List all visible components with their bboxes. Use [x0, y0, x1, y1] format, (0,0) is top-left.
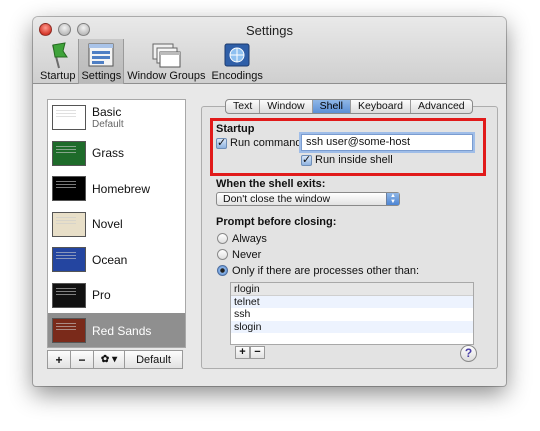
profile-item-grass[interactable]: Grass — [48, 136, 185, 172]
toolbar-encodings[interactable]: Encodings — [208, 39, 265, 84]
profile-thumbnail — [52, 318, 86, 344]
remove-profile-button[interactable]: − — [70, 350, 94, 369]
profile-item-red-sands[interactable]: Red Sands — [48, 313, 185, 347]
list-item[interactable]: slogin — [231, 320, 473, 334]
shell-exits-popup[interactable]: Don't close the window ▲ ▼ — [216, 192, 400, 206]
toolbar-label: Encodings — [211, 70, 263, 82]
flag-icon — [43, 41, 73, 69]
run-inside-shell-checkbox[interactable] — [301, 153, 312, 166]
add-process-button[interactable]: + — [235, 346, 250, 359]
toolbar-label: Startup — [40, 70, 76, 82]
toolbar-label: Settings — [81, 70, 122, 82]
gear-menu-button[interactable]: ✿ ▾ — [93, 350, 125, 369]
add-profile-button[interactable]: + — [47, 350, 71, 369]
toolbar: Startup Settings Window Groups Encodings — [37, 39, 266, 84]
radio-never-label: Never — [232, 249, 262, 261]
radio-only-if-processes-label: Only if there are processes other than: — [232, 265, 420, 277]
tab-advanced[interactable]: Advanced — [411, 100, 472, 113]
run-command-checkbox[interactable] — [216, 136, 227, 149]
profile-default-label: Default — [92, 119, 124, 131]
radio-only-if-processes[interactable] — [217, 265, 228, 276]
profile-name: Grass — [92, 146, 125, 161]
profile-thumbnail — [52, 140, 86, 166]
toolbar-startup[interactable]: Startup — [37, 39, 78, 84]
profile-name: Red Sands — [92, 323, 152, 338]
radio-always-label: Always — [232, 233, 267, 245]
settings-tabs: Text Window Shell Keyboard Advanced — [225, 99, 473, 114]
toolbar-window-groups[interactable]: Window Groups — [124, 39, 208, 84]
run-command-field[interactable]: ssh user@some-host — [301, 134, 473, 151]
settings-window: Settings Startup Settings Window Groups … — [33, 17, 506, 386]
profile-name: Ocean — [92, 252, 128, 267]
tab-shell[interactable]: Shell — [312, 100, 351, 113]
remove-process-button[interactable]: − — [250, 346, 265, 359]
profile-thumbnail — [52, 247, 86, 273]
toolbar-settings[interactable]: Settings — [78, 39, 125, 84]
shell-exits-selected: Don't close the window — [223, 193, 331, 205]
profile-thumbnail — [52, 176, 86, 202]
profile-item-ocean[interactable]: Ocean — [48, 242, 185, 278]
process-list[interactable]: rlogin telnet ssh slogin — [230, 282, 474, 345]
encodings-globe-icon — [222, 41, 252, 69]
profile-name: Novel — [92, 217, 123, 232]
window-groups-icon — [151, 41, 181, 69]
profile-item-novel[interactable]: Novel — [48, 207, 185, 243]
window-title: Settings — [246, 23, 293, 38]
radio-always[interactable] — [217, 233, 228, 244]
prompt-heading: Prompt before closing: — [216, 216, 337, 228]
profile-name: Pro — [92, 288, 111, 303]
title-toolbar: Settings Startup Settings Window Groups … — [33, 17, 506, 84]
settings-window-icon — [86, 41, 116, 69]
profile-list[interactable]: Basic Default Grass Homebrew Novel Ocean… — [47, 99, 186, 348]
tab-text[interactable]: Text — [226, 100, 261, 113]
tab-window[interactable]: Window — [260, 100, 313, 113]
list-item[interactable]: ssh — [231, 308, 473, 321]
profile-thumbnail — [52, 282, 86, 308]
profile-thumbnail — [52, 105, 86, 131]
radio-never[interactable] — [217, 249, 228, 260]
list-item[interactable]: rlogin — [231, 283, 473, 296]
profile-list-buttons: + − ✿ ▾ Default — [47, 350, 183, 369]
profile-item-basic[interactable]: Basic Default — [48, 100, 185, 136]
startup-heading: Startup — [216, 123, 255, 135]
popup-arrows-icon: ▲ ▼ — [386, 193, 399, 205]
default-button[interactable]: Default — [124, 350, 183, 369]
profile-name: Homebrew — [92, 181, 151, 196]
profile-item-homebrew[interactable]: Homebrew — [48, 171, 185, 207]
profile-name: Basic — [92, 105, 122, 120]
profile-item-pro[interactable]: Pro — [48, 278, 185, 314]
run-command-label: Run command: — [230, 137, 305, 149]
shell-exits-heading: When the shell exits: — [216, 178, 326, 190]
run-inside-shell-label: Run inside shell — [315, 154, 393, 166]
list-item[interactable]: telnet — [231, 295, 473, 309]
help-button[interactable]: ? — [460, 345, 477, 362]
toolbar-label: Window Groups — [127, 70, 206, 82]
tab-keyboard[interactable]: Keyboard — [351, 100, 411, 113]
profile-thumbnail — [52, 211, 86, 237]
